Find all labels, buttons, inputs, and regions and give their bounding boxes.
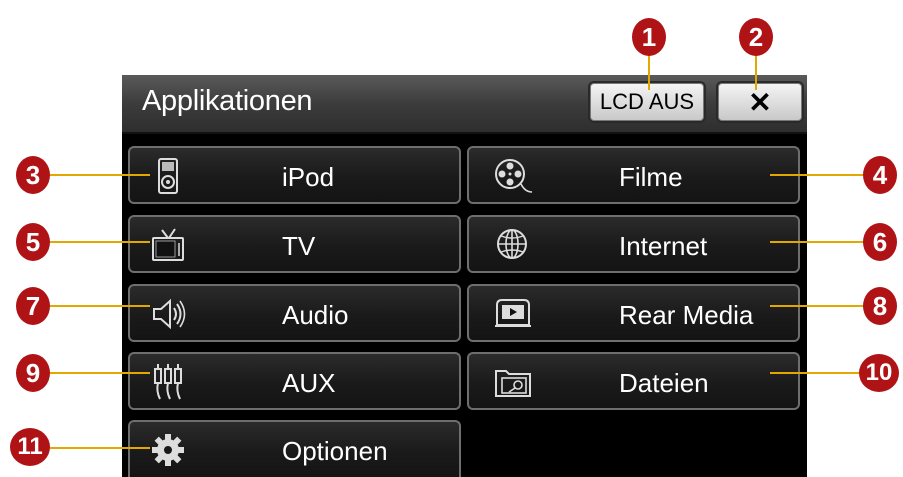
globe-icon xyxy=(493,226,533,264)
callout-badge-9: 9 xyxy=(16,354,50,392)
folder-icon xyxy=(493,363,533,401)
callout-badge-1: 1 xyxy=(632,18,666,56)
screen xyxy=(122,75,807,477)
internet-label: Internet xyxy=(619,231,708,261)
callout-line-3 xyxy=(50,174,150,176)
close-button[interactable]: ✕ xyxy=(718,83,802,121)
filme-tile[interactable]: Filme xyxy=(467,146,800,204)
page-title: Applikationen xyxy=(142,85,313,117)
aux-label: AUX xyxy=(282,368,336,398)
callout-badge-5: 5 xyxy=(16,223,50,261)
ipod-icon xyxy=(148,157,188,195)
lcd-off-button[interactable]: LCD AUS xyxy=(590,83,704,121)
rear-media-label: Rear Media xyxy=(619,300,754,330)
callout-line-9 xyxy=(50,372,150,374)
callout-line-4 xyxy=(770,174,865,176)
gear-icon xyxy=(148,431,188,469)
dateien-label: Dateien xyxy=(619,368,709,398)
audio-tile[interactable]: Audio xyxy=(128,284,461,342)
callout-line-11 xyxy=(50,447,150,449)
internet-tile[interactable]: Internet xyxy=(467,215,800,273)
tv-label: TV xyxy=(282,231,316,261)
rear-media-tile[interactable]: Rear Media xyxy=(467,284,800,342)
dateien-tile[interactable]: Dateien xyxy=(467,352,800,410)
callout-line-5 xyxy=(50,241,150,243)
callout-badge-10: 10 xyxy=(859,354,899,392)
callout-line-10 xyxy=(770,372,860,374)
speaker-icon xyxy=(148,295,188,333)
callout-badge-4: 4 xyxy=(863,156,897,194)
ipod-label: iPod xyxy=(282,162,335,192)
filme-label: Filme xyxy=(619,162,683,192)
tv-icon xyxy=(148,226,188,264)
callout-badge-3: 3 xyxy=(16,156,50,194)
optionen-tile[interactable]: Optionen xyxy=(128,420,461,477)
aux-cable-icon xyxy=(148,363,188,401)
ipod-tile[interactable]: iPod xyxy=(128,146,461,204)
callout-line-8 xyxy=(770,305,865,307)
callout-badge-11: 11 xyxy=(10,428,50,466)
callout-line-6 xyxy=(770,241,865,243)
callout-badge-6: 6 xyxy=(863,223,897,261)
aux-tile[interactable]: AUX xyxy=(128,352,461,410)
rear-screen-icon xyxy=(493,295,533,333)
audio-label: Audio xyxy=(282,300,349,330)
callout-badge-7: 7 xyxy=(16,287,50,325)
callout-badge-8: 8 xyxy=(863,287,897,325)
title-bar: Applikationen LCD AUS ✕ xyxy=(122,75,807,134)
callout-line-7 xyxy=(50,305,150,307)
tv-tile[interactable]: TV xyxy=(128,215,461,273)
film-reel-icon xyxy=(493,157,533,195)
optionen-label: Optionen xyxy=(282,436,388,466)
callout-line-2 xyxy=(755,55,757,90)
callout-badge-2: 2 xyxy=(739,18,773,56)
callout-line-1 xyxy=(648,55,650,90)
